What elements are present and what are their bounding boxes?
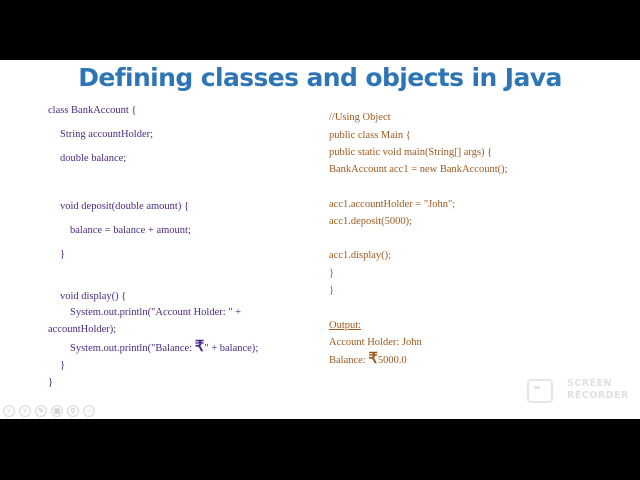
code-line: System.out.println("Account Holder: " + (70, 307, 242, 318)
code-segment: " + balance); (204, 343, 259, 354)
code-line: public class Main { (329, 130, 411, 141)
code-line: void deposit(double amount) { (60, 201, 189, 212)
rupee-symbol: ₹ (194, 339, 205, 355)
code-line: String accountHolder; (60, 129, 154, 140)
slide-title: Defining classes and objects in Java (78, 63, 562, 92)
code-line: } (48, 377, 54, 388)
code-line: } (329, 285, 335, 296)
output-label: Output: (329, 320, 362, 331)
previous-icon[interactable]: ‹ (3, 405, 15, 417)
zoom-icon[interactable]: ⚲ (67, 405, 79, 417)
code-line: } (60, 249, 66, 260)
code-line: } (60, 360, 66, 371)
code-line: acc1.display(); (329, 250, 392, 261)
watermark-line: RECORDER (567, 390, 629, 401)
output-line: Account Holder: John (329, 337, 422, 348)
code-line: BankAccount acc1 = new BankAccount(); (329, 164, 508, 175)
next-icon[interactable]: › (19, 405, 31, 417)
code-line: System.out.println("Balance: ₹" + balanc… (70, 339, 259, 355)
code-line: balance = balance + amount; (70, 225, 191, 236)
code-line: public static void main(String[] args) { (329, 147, 493, 158)
pen-icon[interactable]: ✎ (35, 405, 47, 417)
code-line: acc1.deposit(5000); (329, 216, 413, 227)
code-line: } (329, 268, 335, 279)
output-balance-label: Balance: (329, 355, 369, 366)
output-balance-value: 5000.0 (377, 355, 407, 366)
code-line: double balance; (60, 153, 127, 164)
code-segment: System.out.println("Balance: (70, 343, 195, 354)
more-icon[interactable]: ⋯ (83, 405, 95, 417)
presentation-toolbar: ‹ › ✎ ▦ ⚲ ⋯ (3, 405, 95, 417)
slide: Defining classes and objects in Java cla… (0, 60, 640, 419)
code-line: acc1.accountHolder = "John"; (329, 199, 456, 210)
code-line: class BankAccount { (48, 105, 137, 116)
slides-icon[interactable]: ▦ (51, 405, 63, 417)
watermark-line: SCREEN (567, 378, 613, 389)
output-line: Balance: ₹5000.0 (329, 351, 407, 367)
watermark-text: SCREEN RECORDER (567, 378, 640, 402)
code-comment: //Using Object (329, 112, 391, 123)
screen-recorder-watermark: SCREEN RECORDER (527, 377, 637, 407)
recorder-icon (527, 379, 553, 403)
code-line: void display() { (60, 291, 127, 302)
code-line: accountHolder); (48, 324, 117, 335)
rupee-symbol: ₹ (368, 351, 378, 367)
